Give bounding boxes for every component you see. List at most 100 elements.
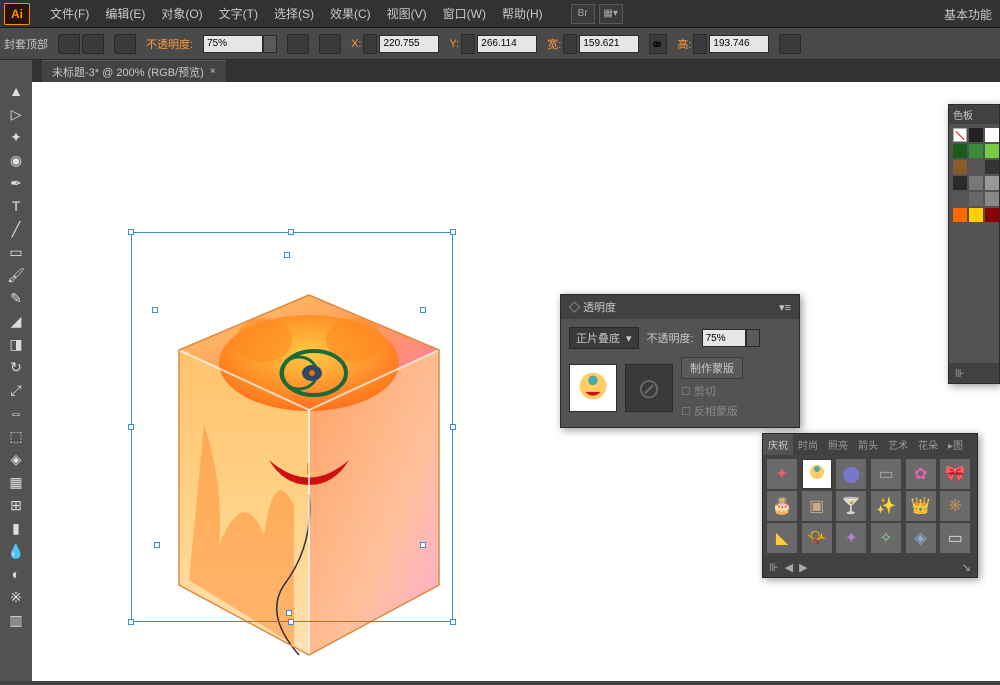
symbol-item[interactable]: ▭ — [940, 523, 970, 553]
selection-tool[interactable]: ▲ — [3, 80, 29, 102]
recolor-icon[interactable] — [287, 34, 309, 54]
symbol-item[interactable]: ▭ — [871, 459, 901, 489]
swatch[interactable] — [953, 192, 967, 206]
swatch[interactable] — [969, 144, 983, 158]
tab-fashion[interactable]: 时尚 — [793, 434, 823, 455]
arrange-icon[interactable]: ▦▾ — [599, 4, 623, 24]
eraser-tool[interactable]: ◨ — [3, 333, 29, 355]
symbol-item[interactable]: ◈ — [906, 523, 936, 553]
crop-icon[interactable] — [779, 34, 801, 54]
swatch[interactable] — [953, 144, 967, 158]
width-tool[interactable]: ⇔ — [3, 402, 29, 424]
swatch[interactable] — [985, 176, 999, 190]
menu-select[interactable]: 选择(S) — [266, 1, 322, 26]
tab-flowers[interactable]: 花朵 — [913, 434, 943, 455]
paintbrush-tool[interactable]: 🖌 — [3, 264, 29, 286]
scale-tool[interactable]: ⤢ — [3, 379, 29, 401]
prev-icon[interactable]: ◀ — [785, 561, 793, 574]
opacity-dropdown[interactable] — [263, 35, 277, 53]
type-tool[interactable]: T — [3, 195, 29, 217]
swatch[interactable] — [953, 208, 967, 222]
tab-map[interactable]: ▸图 — [943, 434, 968, 455]
x-input[interactable] — [379, 35, 439, 53]
w-stepper[interactable] — [563, 34, 577, 54]
symbol-item[interactable]: ⬤ — [836, 459, 866, 489]
h-input[interactable] — [709, 35, 769, 53]
shape-builder-tool[interactable]: ◈ — [3, 448, 29, 470]
tab-art[interactable]: 艺术 — [883, 434, 913, 455]
symbol-item[interactable]: ✨ — [871, 491, 901, 521]
h-stepper[interactable] — [693, 34, 707, 54]
symbol-item[interactable]: 🍸 — [836, 491, 866, 521]
make-mask-button[interactable]: 制作蒙版 — [681, 357, 743, 379]
bridge-icon[interactable]: Br — [571, 4, 595, 24]
blend-tool[interactable]: ◐ — [3, 563, 29, 585]
menu-help[interactable]: 帮助(H) — [494, 1, 551, 26]
canvas[interactable] — [32, 82, 1000, 681]
symbol-item-selected[interactable] — [802, 459, 832, 489]
link-wh-icon[interactable]: ⚭ — [649, 34, 667, 54]
y-stepper[interactable] — [461, 34, 475, 54]
swatch[interactable] — [969, 192, 983, 206]
selection-bbox[interactable] — [131, 232, 453, 622]
envelope-options-icon[interactable] — [114, 34, 136, 54]
rectangle-tool[interactable]: ▭ — [3, 241, 29, 263]
menu-window[interactable]: 窗口(W) — [435, 1, 494, 26]
mesh-tool[interactable]: ⊞ — [3, 494, 29, 516]
symbol-sprayer-tool[interactable]: ※ — [3, 586, 29, 608]
symbol-item[interactable]: 📯 — [802, 523, 832, 553]
free-transform-tool[interactable]: ⬚ — [3, 425, 29, 447]
swatch-registration[interactable] — [969, 128, 983, 142]
workspace-switcher[interactable]: 基本功能 — [944, 6, 992, 23]
x-stepper[interactable] — [363, 34, 377, 54]
symbol-item[interactable]: ❋ — [940, 491, 970, 521]
menu-edit[interactable]: 编辑(E) — [97, 1, 153, 26]
eyedropper-tool[interactable]: 💧 — [3, 540, 29, 562]
object-thumbnail[interactable] — [569, 364, 617, 412]
panel-opacity-dropdown[interactable] — [746, 329, 760, 347]
swatch[interactable] — [985, 144, 999, 158]
swatch[interactable] — [969, 208, 983, 222]
direct-selection-tool[interactable]: ▷ — [3, 103, 29, 125]
swatch[interactable] — [985, 192, 999, 206]
swatch[interactable] — [985, 208, 999, 222]
symbol-item[interactable]: ✦ — [767, 459, 797, 489]
tab-arrows[interactable]: 箭头 — [853, 434, 883, 455]
swatch[interactable] — [969, 176, 983, 190]
mask-thumbnail[interactable]: ⊘ — [625, 364, 673, 412]
menu-type[interactable]: 文字(T) — [211, 1, 266, 26]
swatch-library-icon[interactable]: ⊪ — [955, 367, 965, 380]
swatch[interactable] — [985, 160, 999, 174]
magic-wand-tool[interactable]: ✦ — [3, 126, 29, 148]
tab-celebrate[interactable]: 庆祝 — [763, 434, 793, 455]
lasso-tool[interactable]: ◉ — [3, 149, 29, 171]
swatch[interactable] — [953, 176, 967, 190]
align-icon[interactable] — [319, 34, 341, 54]
document-tab[interactable]: 未标题-3* @ 200% (RGB/预览) × — [42, 60, 226, 83]
menu-file[interactable]: 文件(F) — [42, 1, 97, 26]
blend-mode-select[interactable]: 正片叠底▾ — [569, 327, 639, 349]
column-graph-tool[interactable]: ▥ — [3, 609, 29, 631]
envelope-edit-icon[interactable] — [58, 34, 80, 54]
tab-lights[interactable]: 照亮 — [823, 434, 853, 455]
pen-tool[interactable]: ✒ — [3, 172, 29, 194]
menu-object[interactable]: 对象(O) — [153, 1, 210, 26]
symbol-item[interactable]: 🎀 — [940, 459, 970, 489]
pencil-tool[interactable]: ✎ — [3, 287, 29, 309]
place-symbol-icon[interactable]: ↘ — [962, 561, 971, 574]
menu-effect[interactable]: 效果(C) — [322, 1, 379, 26]
opacity-input[interactable] — [203, 35, 263, 53]
panel-menu-icon[interactable]: ▾≡ — [779, 301, 791, 314]
library-icon[interactable]: ⊪ — [769, 561, 779, 574]
symbol-item[interactable]: ✦ — [836, 523, 866, 553]
line-tool[interactable]: ╱ — [3, 218, 29, 240]
menu-view[interactable]: 视图(V) — [379, 1, 435, 26]
y-input[interactable] — [477, 35, 537, 53]
symbol-item[interactable]: ◣ — [767, 523, 797, 553]
panel-opacity-input[interactable] — [702, 329, 746, 347]
swatch[interactable] — [953, 160, 967, 174]
gradient-tool[interactable]: ▮ — [3, 517, 29, 539]
symbol-item[interactable]: 🎂 — [767, 491, 797, 521]
close-icon[interactable]: × — [210, 66, 216, 77]
symbol-item[interactable]: 👑 — [906, 491, 936, 521]
